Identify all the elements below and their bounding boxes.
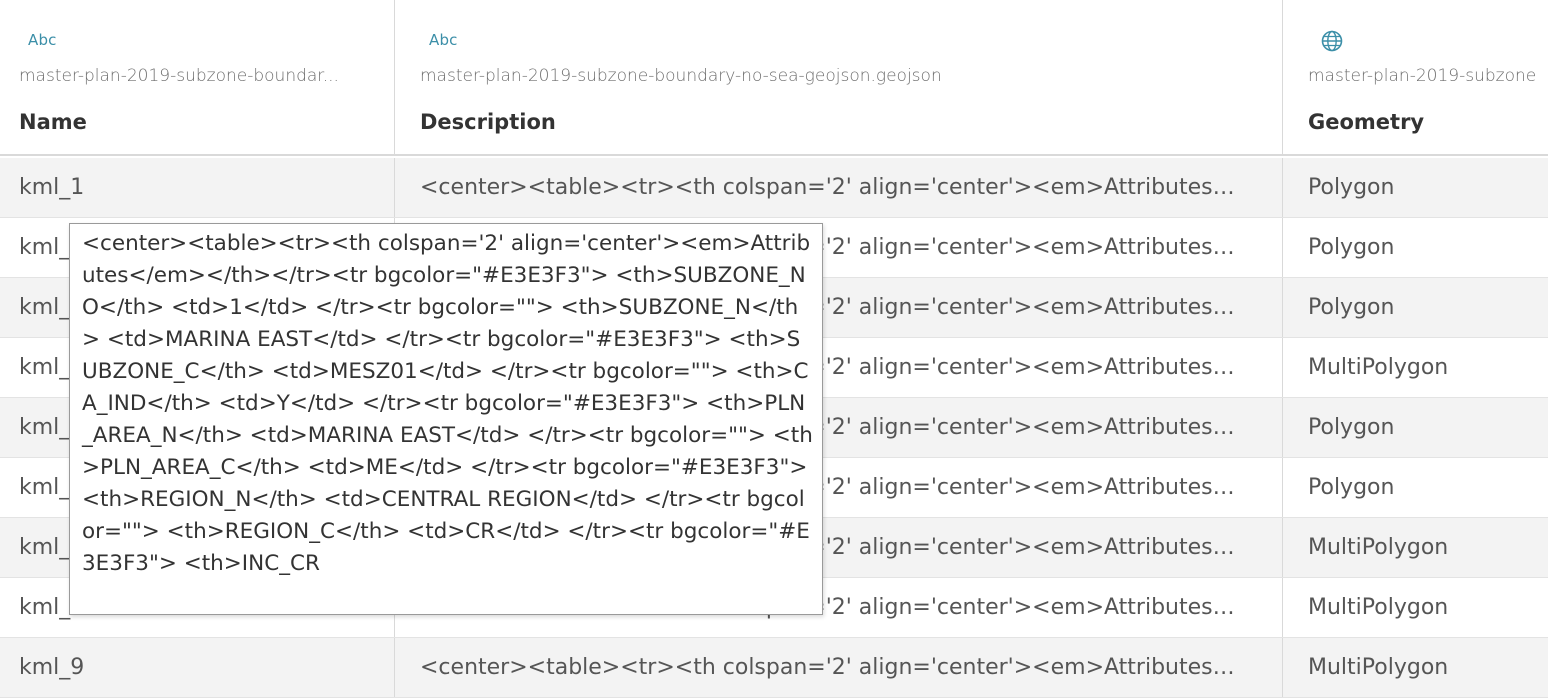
geometry-cell[interactable]: Polygon [1282, 458, 1548, 517]
table-row[interactable]: kml_1 <center><table><tr><th colspan='2'… [0, 158, 1548, 218]
column-source: master-plan-2019-subzone-boundar... [19, 66, 339, 86]
globe-icon[interactable] [1320, 29, 1344, 53]
column-source: master-plan-2019-subzone-boundary-no-sea… [420, 66, 942, 86]
description-cell[interactable]: <center><table><tr><th colspan='2' align… [394, 158, 1282, 217]
name-cell[interactable]: kml_9 [0, 638, 394, 697]
column-header-name[interactable]: Abc master-plan-2019-subzone-boundar... … [0, 0, 394, 156]
geometry-cell[interactable]: MultiPolygon [1282, 578, 1548, 637]
column-header-description[interactable]: Abc master-plan-2019-subzone-boundary-no… [394, 0, 1282, 156]
geometry-cell[interactable]: Polygon [1282, 398, 1548, 457]
geometry-cell[interactable]: MultiPolygon [1282, 638, 1548, 697]
column-title: Description [420, 110, 556, 134]
string-type-icon[interactable]: Abc [28, 31, 57, 49]
cell-tooltip: <center><table><tr><th colspan='2' align… [69, 223, 823, 615]
geometry-cell[interactable]: Polygon [1282, 158, 1548, 217]
name-cell[interactable]: kml_1 [0, 158, 394, 217]
description-cell[interactable]: <center><table><tr><th colspan='2' align… [394, 638, 1282, 697]
grid-header: Abc master-plan-2019-subzone-boundar... … [0, 0, 1548, 156]
geometry-cell[interactable]: MultiPolygon [1282, 518, 1548, 577]
column-source: master-plan-2019-subzone [1308, 66, 1537, 86]
geometry-cell[interactable]: MultiPolygon [1282, 338, 1548, 397]
table-row[interactable]: kml_9 <center><table><tr><th colspan='2'… [0, 638, 1548, 698]
column-header-geometry[interactable]: master-plan-2019-subzone Geometry [1282, 0, 1548, 156]
column-title: Geometry [1308, 110, 1425, 134]
string-type-icon[interactable]: Abc [429, 31, 458, 49]
column-title: Name [19, 110, 87, 134]
data-grid: Abc master-plan-2019-subzone-boundar... … [0, 0, 1548, 700]
geometry-cell[interactable]: Polygon [1282, 218, 1548, 277]
geometry-cell[interactable]: Polygon [1282, 278, 1548, 337]
